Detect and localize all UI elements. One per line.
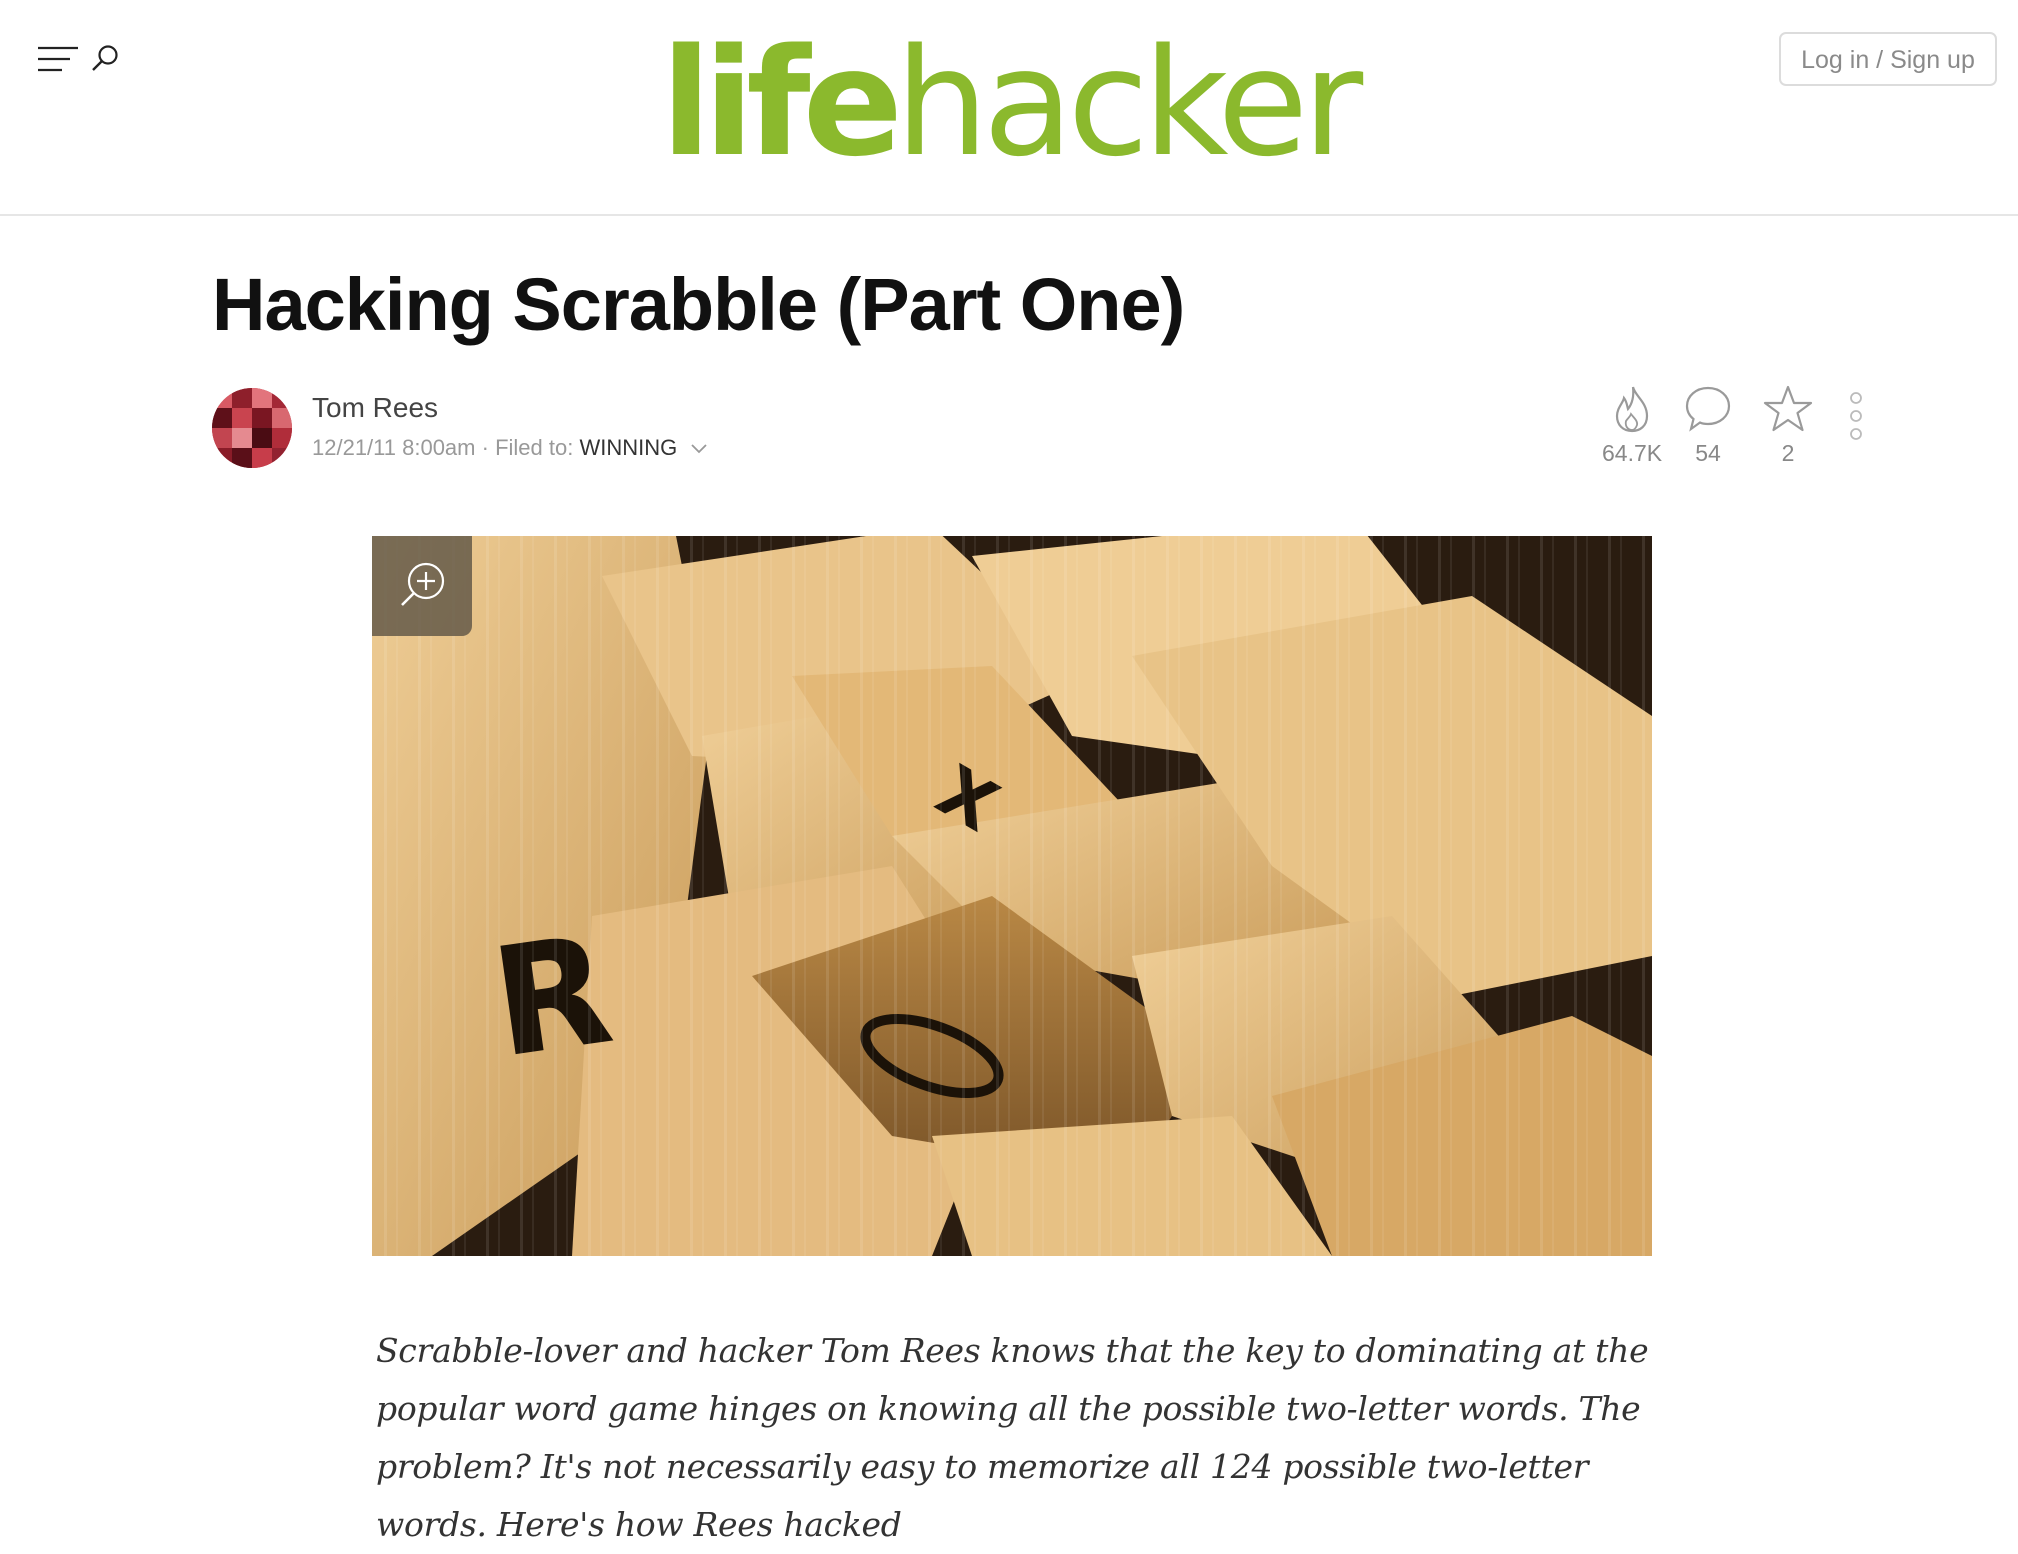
- vertical-dots-icon[interactable]: [1846, 390, 1866, 446]
- article-title: Hacking Scrabble (Part One): [212, 263, 1185, 346]
- meta-separator: ·: [481, 435, 496, 460]
- speech-bubble-icon: [1685, 386, 1731, 432]
- publish-date[interactable]: 12/21/11 8:00am: [312, 435, 476, 460]
- stars-stat[interactable]: 2: [1762, 384, 1814, 468]
- comments-count: 54: [1695, 440, 1721, 466]
- site-header: lifehacker Log in / Sign up: [0, 0, 2018, 216]
- chevron-down-icon[interactable]: [691, 444, 707, 454]
- author-name-link[interactable]: Tom Rees: [312, 390, 438, 426]
- login-signup-button[interactable]: Log in / Sign up: [1779, 32, 1997, 86]
- stars-count: 2: [1781, 440, 1795, 466]
- article-meta: 12/21/11 8:00am · Filed to: WINNING: [312, 432, 707, 464]
- views-count: 64.7K: [1602, 440, 1663, 466]
- comments-stat[interactable]: 54: [1684, 384, 1732, 468]
- site-logo[interactable]: lifehacker: [0, 18, 2018, 188]
- flame-icon: [1615, 386, 1649, 433]
- zoom-in-icon: [401, 562, 445, 606]
- filed-to-label: Filed to:: [495, 435, 574, 460]
- article-intro: Scrabble-lover and hacker Tom Rees knows…: [376, 1331, 1649, 1544]
- logo-life-text: life: [660, 17, 903, 189]
- filed-tag-link[interactable]: WINNING: [579, 435, 677, 460]
- article-hero-image[interactable]: R X: [372, 536, 1652, 1256]
- zoom-image-button[interactable]: [372, 536, 472, 636]
- logo-hacker-text: hacker: [895, 17, 1363, 189]
- star-icon: [1763, 385, 1813, 432]
- views-stat[interactable]: 64.7K: [1602, 384, 1662, 468]
- author-avatar[interactable]: [212, 388, 292, 468]
